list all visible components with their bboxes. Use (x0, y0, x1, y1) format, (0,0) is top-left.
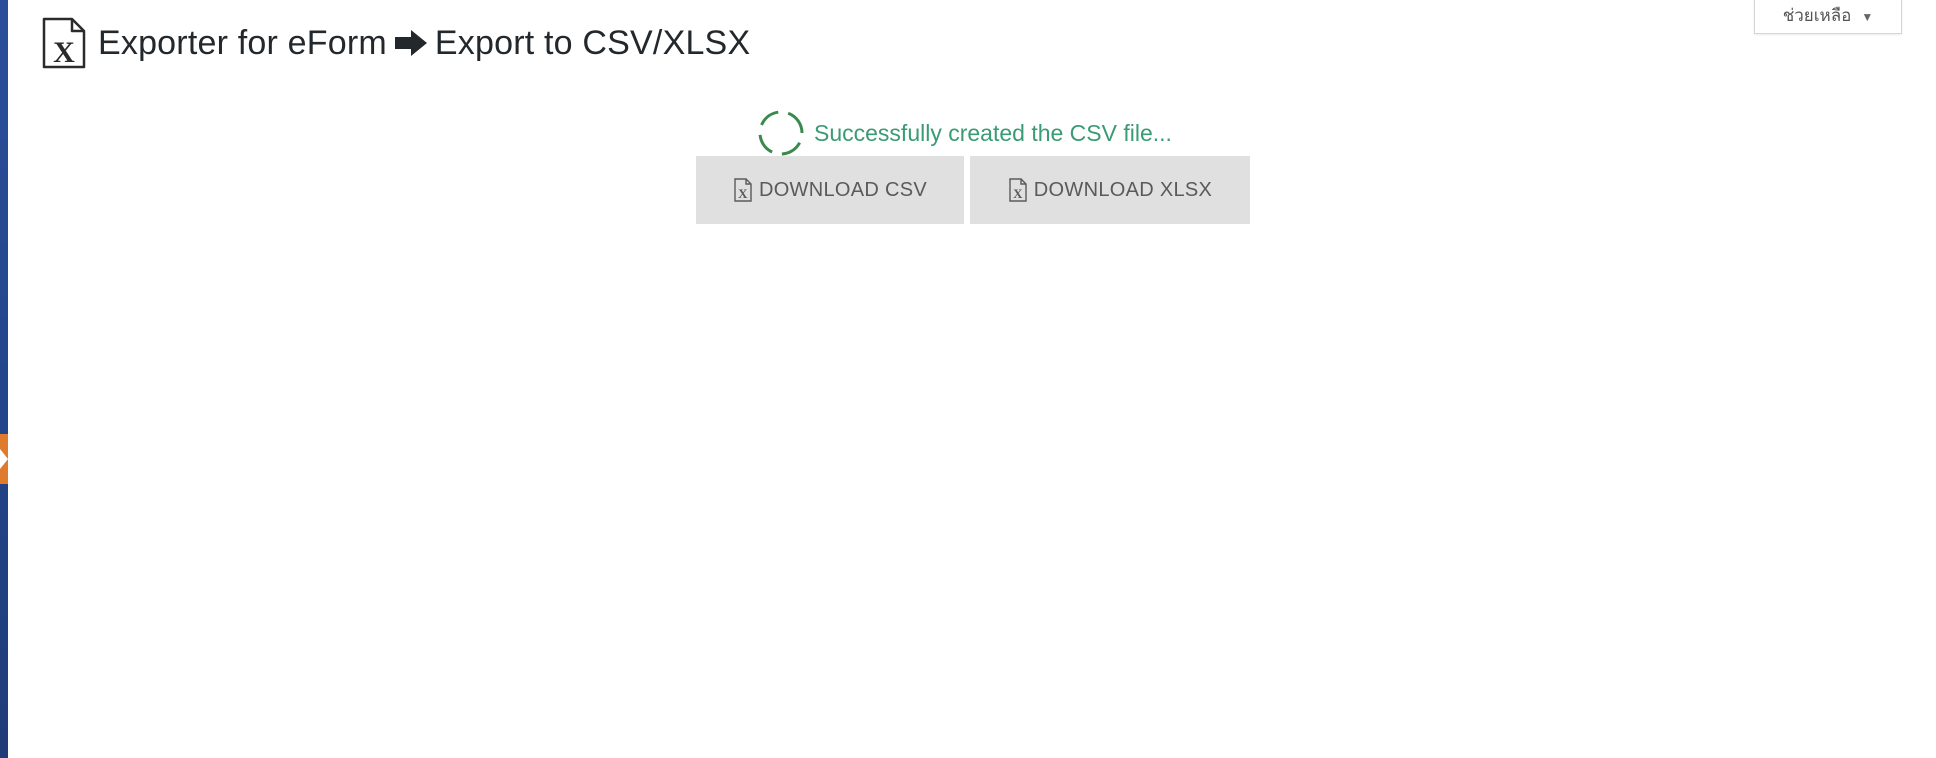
help-dropdown-button[interactable]: ช่วยเหลือ ▼ (1754, 0, 1902, 34)
excel-file-icon: X (42, 17, 86, 69)
help-label: ช่วยเหลือ (1782, 6, 1852, 25)
page-title: Exporter for eForm Export to CSV/XLSX (98, 24, 750, 63)
svg-text:X: X (738, 186, 748, 201)
page-header: X Exporter for eForm Export to CSV/XLSX (40, 16, 750, 70)
download-csv-button[interactable]: X DOWNLOAD CSV (696, 156, 964, 224)
page-title-plugin: Exporter for eForm (98, 23, 387, 62)
svg-text:X: X (1013, 186, 1023, 201)
svg-text:X: X (53, 36, 75, 69)
download-xlsx-label: DOWNLOAD XLSX (1033, 178, 1213, 201)
spinner-icon (758, 110, 804, 156)
download-csv-label: DOWNLOAD CSV (758, 178, 928, 201)
page: ช่วยเหลือ ▼ X Exporter for eForm Export … (0, 0, 1936, 758)
excel-file-icon: X (734, 178, 752, 202)
arrow-right-icon (394, 30, 427, 56)
excel-file-icon: X (1009, 178, 1027, 202)
export-status: Successfully created the CSV file... (756, 108, 1172, 158)
status-message: Successfully created the CSV file... (814, 119, 1172, 146)
sidebar-collapse-toggle[interactable] (0, 434, 8, 484)
download-xlsx-button[interactable]: X DOWNLOAD XLSX (970, 156, 1250, 224)
chevron-down-icon: ▼ (1861, 9, 1874, 24)
page-title-section: Export to CSV/XLSX (434, 23, 751, 62)
admin-sidebar-edge (0, 0, 8, 758)
